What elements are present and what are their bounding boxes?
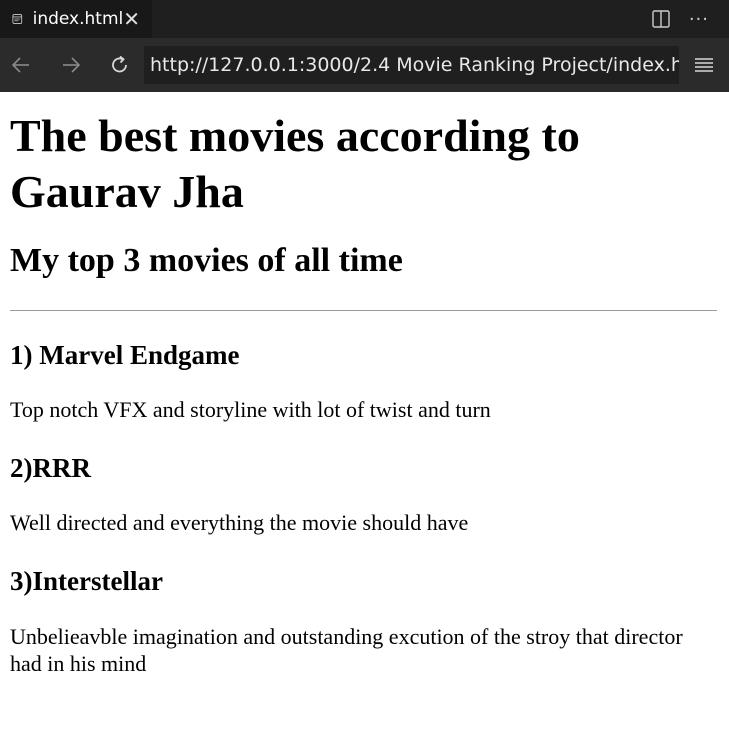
forward-button[interactable] [59,53,83,77]
movie-heading: 3)Interstellar [10,566,163,596]
hamburger-icon [695,58,713,72]
tab-bar: index.html ✕ ··· [0,0,729,38]
page-title: The best movies according to Gaurav Jha [10,110,580,217]
menu-button[interactable] [693,54,715,76]
navigation-bar: http://127.0.0.1:3000/2.4 Movie Ranking … [0,38,729,92]
address-bar[interactable]: http://127.0.0.1:3000/2.4 Movie Ranking … [144,46,679,84]
reload-icon [112,55,127,73]
movie-description: Unbelieavble imagination and outstanding… [10,624,683,676]
tab-actions: ··· [651,0,729,38]
page-icon [12,14,23,24]
arrow-right-icon [63,57,81,73]
split-editor-icon[interactable] [651,9,671,29]
more-actions-icon[interactable]: ··· [689,9,709,30]
movie-heading: 2)RRR [10,453,91,483]
movie-description: Top notch VFX and storyline with lot of … [10,397,491,422]
divider [10,310,717,311]
tab-title: index.html [32,9,124,29]
tab-index-html[interactable]: index.html ✕ [0,0,152,38]
page-content: The best movies according to Gaurav Jha … [0,108,729,677]
arrow-left-icon [11,57,29,73]
close-icon[interactable]: ✕ [123,9,140,29]
reload-button[interactable] [108,53,132,77]
url-text: http://127.0.0.1:3000/2.4 Movie Ranking … [150,54,679,76]
movie-description: Well directed and everything the movie s… [10,510,469,535]
page-subtitle: My top 3 movies of all time [10,242,403,279]
movie-heading: 1) Marvel Endgame [10,340,240,370]
back-button[interactable] [9,53,33,77]
